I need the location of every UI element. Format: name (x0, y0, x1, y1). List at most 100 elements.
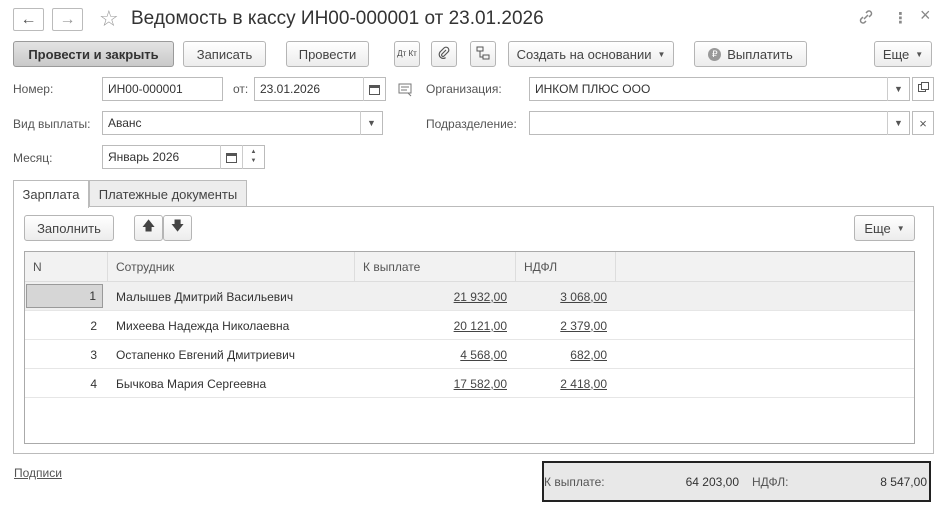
table-row[interactable]: 3 Остапенко Евгений Дмитриевич 4 568,00 … (25, 340, 914, 369)
arrow-down-icon: 🡇 (170, 218, 185, 233)
month-field[interactable]: Январь 2026 ▲ ▼ (102, 145, 265, 169)
tab-payment-documents-label: Платежные документы (98, 186, 238, 202)
column-header-pay[interactable]: К выплате (355, 252, 516, 282)
pay-amount-link[interactable]: 17 582,00 (355, 369, 507, 398)
back-button[interactable]: ← (13, 8, 44, 31)
link-icon[interactable] (858, 9, 874, 29)
table-row[interactable]: 1 Малышев Дмитрий Васильевич 21 932,00 3… (25, 282, 914, 311)
department-label: Подразделение: (426, 117, 517, 131)
number-field[interactable]: ИН00-000001 (102, 77, 223, 101)
totals-panel: К выплате: 64 203,00 НДФЛ: 8 547,00 (542, 461, 931, 502)
row-number: 4 (90, 376, 97, 391)
total-pay-value: 64 203,00 (685, 475, 739, 489)
save-label: Записать (196, 46, 253, 62)
open-organization-button[interactable] (912, 77, 934, 101)
number-value: ИН00-000001 (108, 82, 183, 96)
ndfl-amount-link[interactable]: 682,00 (516, 340, 607, 369)
date-value: 23.01.2026 (260, 82, 321, 96)
more-button[interactable]: Еще ▼ (874, 41, 932, 67)
employee-name: Михеева Надежда Николаевна (116, 318, 290, 333)
fill-button[interactable]: Заполнить (24, 215, 114, 241)
structure-button[interactable] (470, 41, 496, 67)
dtkt-icon: Дт Кт (397, 49, 417, 58)
month-label: Месяц: (13, 151, 53, 165)
number-label: Номер: (13, 82, 54, 96)
dropdown-icon[interactable]: ▼ (887, 111, 909, 135)
hierarchy-icon (476, 46, 490, 63)
signatures-link[interactable]: Подписи (14, 466, 62, 480)
star-icon[interactable]: ☆ (99, 6, 119, 32)
table-more-button[interactable]: Еще ▼ (854, 215, 915, 241)
spin-down-icon[interactable]: ▼ (251, 157, 257, 166)
create-based-on-label: Создать на основании (516, 46, 652, 62)
table-row[interactable]: 4 Бычкова Мария Сергеевна 17 582,00 2 41… (25, 369, 914, 398)
department-field[interactable]: ▼ (529, 111, 910, 135)
ndfl-amount-link[interactable]: 2 418,00 (516, 369, 607, 398)
fill-label: Заполнить (37, 220, 101, 236)
column-header-ndfl[interactable]: НДФЛ (516, 252, 616, 282)
spin-up-icon[interactable]: ▲ (251, 148, 257, 157)
paytype-value: Аванс (108, 116, 142, 130)
paytype-label: Вид выплаты: (13, 117, 91, 131)
table-header: N Сотрудник К выплате НДФЛ (25, 252, 914, 282)
tab-payment-documents[interactable]: Платежные документы (89, 180, 247, 207)
clear-icon: × (919, 115, 927, 131)
dropdown-icon[interactable]: ▼ (887, 77, 909, 101)
ndfl-amount-link[interactable]: 3 068,00 (516, 282, 607, 311)
row-number: 1 (26, 284, 103, 308)
comment-icon[interactable] (398, 83, 413, 100)
calendar-icon[interactable] (363, 77, 385, 101)
dtkt-button[interactable]: Дт Кт (394, 41, 420, 67)
close-icon[interactable]: × (920, 5, 931, 26)
tab-salary[interactable]: Зарплата (13, 180, 89, 208)
post-and-close-button[interactable]: Провести и закрыть (13, 41, 174, 67)
date-label: от: (233, 82, 249, 96)
total-pay-label: К выплате: (544, 475, 605, 489)
arrow-right-icon: → (59, 10, 76, 28)
save-button[interactable]: Записать (183, 41, 266, 67)
move-up-button[interactable]: 🡅 (134, 215, 163, 241)
column-header-employee[interactable]: Сотрудник (108, 252, 355, 282)
forward-button[interactable]: → (52, 8, 83, 31)
ruble-coin-icon: ₽ (708, 47, 722, 61)
pay-amount-link[interactable]: 4 568,00 (355, 340, 507, 369)
date-field[interactable]: 23.01.2026 (254, 77, 386, 101)
organization-field[interactable]: ИНКОМ ПЛЮС ООО ▼ (529, 77, 910, 101)
post-label: Провести (298, 46, 357, 62)
dropdown-icon[interactable]: ▼ (360, 111, 382, 135)
column-header-n[interactable]: N (25, 252, 108, 282)
caret-down-icon: ▼ (657, 49, 666, 59)
total-ndfl-value: 8 547,00 (880, 475, 927, 489)
caret-down-icon: ▼ (896, 223, 905, 233)
tab-salary-label: Зарплата (22, 187, 80, 202)
create-based-on-button[interactable]: Создать на основании ▼ (508, 41, 674, 67)
table-more-label: Еще (864, 220, 891, 236)
paytype-field[interactable]: Аванс ▼ (102, 111, 383, 135)
page-title: Ведомость в кассу ИН00-000001 от 23.01.2… (131, 8, 544, 29)
ndfl-amount-link[interactable]: 2 379,00 (516, 311, 607, 340)
post-button[interactable]: Провести (286, 41, 369, 67)
month-spinner[interactable]: ▲ ▼ (242, 145, 264, 169)
post-and-close-label: Провести и закрыть (28, 46, 159, 62)
employee-name: Остапенко Евгений Дмитриевич (116, 347, 296, 362)
pay-amount-link[interactable]: 21 932,00 (355, 282, 507, 311)
arrow-up-icon: 🡅 (141, 218, 156, 233)
pay-amount-link[interactable]: 20 121,00 (355, 311, 507, 340)
pay-label: Выплатить (727, 46, 793, 62)
more-vert-icon[interactable]: ⋮ (893, 9, 908, 27)
clear-department-button[interactable]: × (912, 111, 934, 135)
row-number: 2 (90, 318, 97, 333)
attach-button[interactable] (431, 41, 457, 67)
pay-button[interactable]: ₽ Выплатить (694, 41, 807, 67)
employees-table[interactable]: N Сотрудник К выплате НДФЛ 1 Малышев Дми… (24, 251, 915, 444)
table-row[interactable]: 2 Михеева Надежда Николаевна 20 121,00 2… (25, 311, 914, 340)
employee-name: Малышев Дмитрий Васильевич (116, 289, 294, 304)
move-down-button[interactable]: 🡇 (163, 215, 192, 241)
month-value: Январь 2026 (108, 150, 180, 164)
paperclip-icon (437, 46, 451, 63)
calendar-icon[interactable] (220, 145, 242, 169)
arrow-left-icon: ← (20, 10, 37, 28)
more-label: Еще (882, 46, 910, 62)
organization-value: ИНКОМ ПЛЮС ООО (535, 82, 651, 96)
organization-label: Организация: (426, 82, 502, 96)
